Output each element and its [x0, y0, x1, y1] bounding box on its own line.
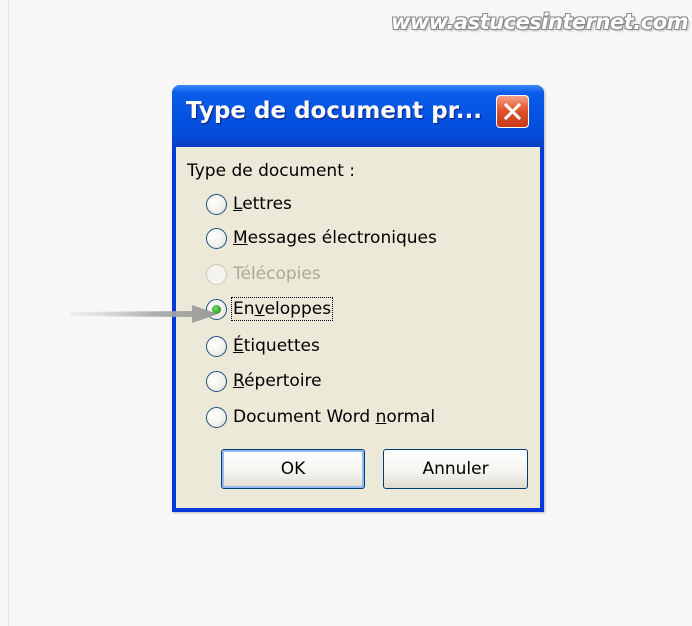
- radio-label: Étiquettes: [233, 336, 320, 356]
- close-x-icon: [503, 102, 522, 121]
- radio-label: Messages électroniques: [233, 228, 437, 248]
- close-button[interactable]: [496, 95, 529, 128]
- cancel-button[interactable]: Annuler: [383, 449, 528, 489]
- radio-button-icon[interactable]: [206, 370, 227, 392]
- watermark: www.astucesinternet.com: [391, 10, 688, 34]
- dialog-title: Type de document pr...: [186, 98, 483, 124]
- dialog-titlebar[interactable]: Type de document pr...: [172, 85, 544, 147]
- radio-messages-electroniques[interactable]: Messages électroniques: [206, 222, 437, 254]
- radio-label: Enveloppes: [230, 297, 334, 321]
- radio-label: Lettres: [233, 194, 292, 214]
- document-type-dialog: Type de document pr... Type de document …: [172, 85, 544, 512]
- radio-label: Télécopies: [233, 264, 321, 284]
- radio-label: Document Word normal: [233, 407, 436, 427]
- pointer-arrow-icon: [70, 305, 218, 323]
- page-edge: [8, 0, 9, 626]
- ok-button[interactable]: OK: [221, 449, 365, 489]
- radio-button-icon: [206, 263, 227, 285]
- dialog-body: Type de document : Lettres Messages élec…: [176, 147, 540, 508]
- radio-repertoire[interactable]: Répertoire: [206, 365, 322, 397]
- radio-lettres[interactable]: Lettres: [206, 188, 292, 220]
- radio-label: Répertoire: [233, 371, 322, 391]
- radio-document-word-normal[interactable]: Document Word normal: [206, 401, 435, 433]
- radio-button-icon[interactable]: [206, 335, 227, 357]
- radio-etiquettes[interactable]: Étiquettes: [206, 330, 320, 362]
- radio-button-icon[interactable]: [206, 406, 227, 428]
- radio-button-icon[interactable]: [206, 193, 227, 215]
- radio-telecopies: Télécopies: [206, 258, 321, 290]
- radio-enveloppes[interactable]: Enveloppes: [206, 293, 334, 325]
- group-label: Type de document :: [187, 161, 356, 181]
- radio-button-icon[interactable]: [206, 227, 227, 249]
